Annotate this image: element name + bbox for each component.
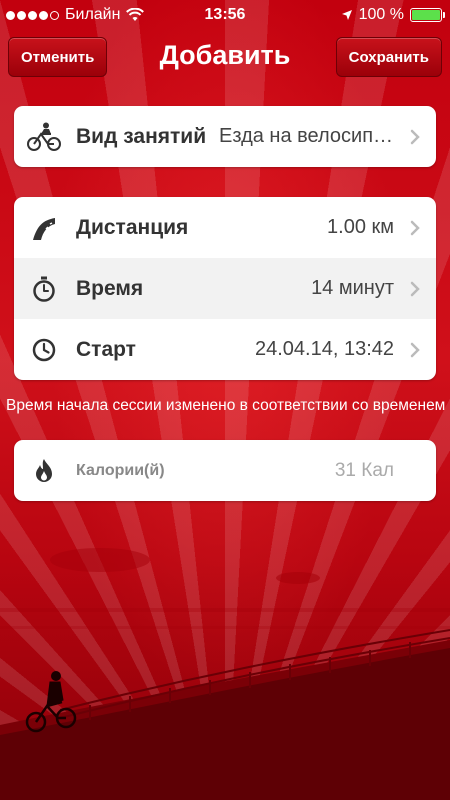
chevron-right-icon [410,129,420,144]
battery-icon [410,8,445,22]
activity-label: Вид занятий [76,124,207,148]
cloud-shape [276,572,320,584]
start-label: Старт [76,337,136,361]
duration-label: Время [76,276,144,300]
distance-row[interactable]: Дистанция 1.00 км [14,197,436,258]
duration-value: 14 минут [311,277,394,299]
status-bar-right: 100 % [341,6,445,24]
calories-card: Калории(й) 31 Кал [14,440,436,501]
chevron-right-icon [410,220,420,235]
status-bar: Билайн 13:56 100 % [0,0,450,30]
distance-label: Дистанция [76,215,189,239]
cloud-shape [50,548,150,572]
activity-row[interactable]: Вид занятий Езда на велосипеде [14,106,436,167]
haze-line [0,626,450,629]
calories-value: 31 Кал [334,459,394,481]
duration-row[interactable]: Время 14 минут [14,258,436,319]
start-row[interactable]: Старт 24.04.14, 13:42 [14,319,436,380]
battery-percent: 100 % [358,6,404,23]
cyclist-icon [26,122,62,151]
stopwatch-icon [31,276,57,302]
calories-row[interactable]: Калории(й) 31 Кал [14,440,436,501]
location-icon [341,10,352,20]
activity-value: Езда на велосипеде [219,125,394,147]
haze-line [0,608,450,612]
details-card: Дистанция 1.00 км Время 14 минут Старт 2… [14,197,436,380]
save-button[interactable]: Сохранить [335,37,442,77]
road-icon [31,215,57,241]
cyclist-scene-illustration [0,548,450,800]
chevron-right-icon [410,281,420,296]
distance-value: 1.00 км [327,216,394,238]
hill-shape [0,648,450,800]
chevron-right-icon [410,342,420,357]
activity-card: Вид занятий Езда на велосипеде [14,106,436,167]
battery-fill [412,10,440,20]
flame-icon [31,458,57,484]
clock-icon [31,337,57,363]
start-value: 24.04.14, 13:42 [254,338,394,360]
nav-bar: Отменить Добавить Сохранить [0,30,450,88]
calories-label: Калории(й) [76,461,165,479]
start-time-note: Время начала сессии изменено в соответст… [6,397,446,414]
